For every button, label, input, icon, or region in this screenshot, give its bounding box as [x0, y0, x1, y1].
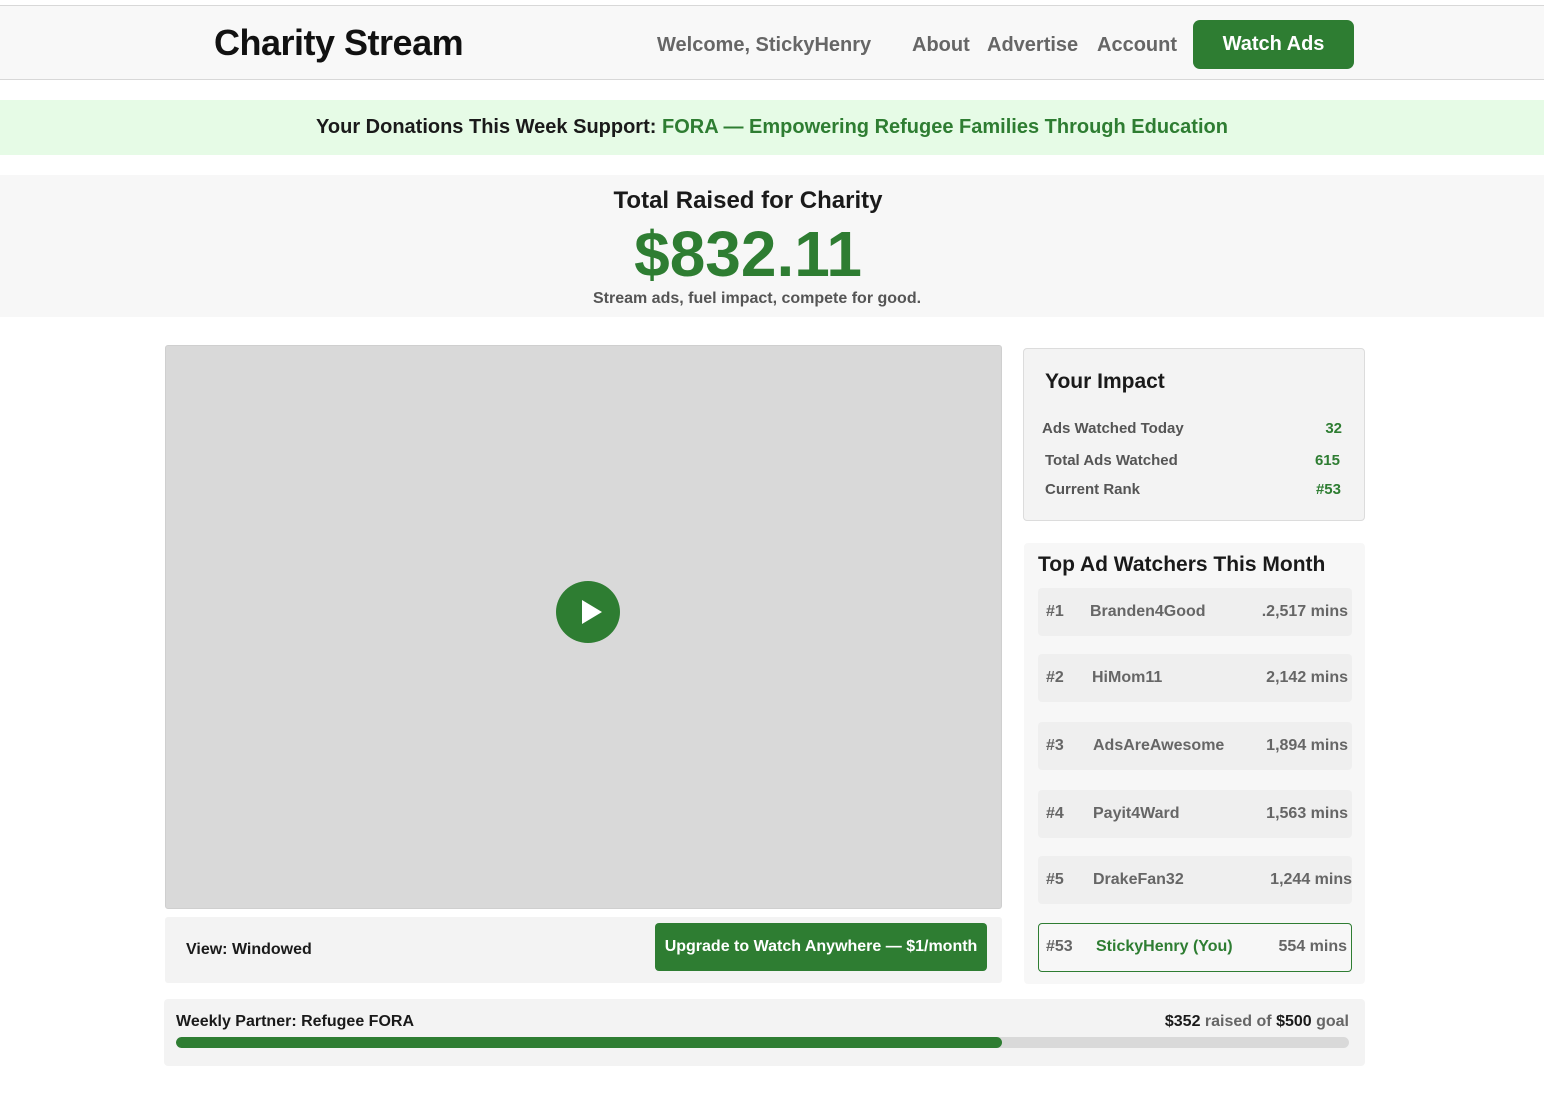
goal-raised-amount: $352	[1164, 1013, 1201, 1030]
leaderboard-row: #4 Payit4Ward 1,563 mins	[1038, 790, 1352, 838]
leaderboard-minutes: 554 mins	[1278, 938, 1347, 955]
leaderboard-title: Top Ad Watchers This Month	[1038, 553, 1326, 576]
impact-row-label: Ads Watched Today	[1042, 420, 1184, 437]
impact-panel: Your Impact Ads Watched Today 32 Total A…	[1023, 348, 1365, 521]
total-raised-section: Total Raised for Charity $832.11 Stream …	[0, 175, 1544, 317]
leaderboard-minutes: 2,142 mins	[1266, 669, 1348, 686]
welcome-message: Welcome, StickyHenry	[657, 34, 872, 56]
impact-row-value: 615	[1314, 452, 1340, 469]
video-player[interactable]	[165, 345, 1002, 909]
weekly-goal-panel: Weekly Partner: Refugee FORA $352 raised…	[164, 999, 1365, 1066]
leaderboard-rank: #5	[1046, 871, 1064, 888]
impact-row-value: #53	[1315, 481, 1341, 498]
top-navigation-bar: Charity Stream Welcome, StickyHenry Abou…	[0, 5, 1544, 80]
weekly-charity-banner: Your Donations This Week Support: FORA —…	[0, 100, 1544, 155]
leaderboard-rank: #4	[1046, 805, 1064, 822]
impact-row-label: Current Rank	[1045, 481, 1141, 498]
leaderboard-name: Branden4Good	[1090, 603, 1206, 620]
brand-logo-text[interactable]: Charity Stream	[214, 22, 464, 64]
leaderboard-minutes: .2,517 mins	[1261, 603, 1348, 620]
goal-progress-fill	[176, 1037, 1002, 1048]
goal-suffix-text: goal	[1316, 1013, 1349, 1030]
view-mode-label: View: Windowed	[186, 941, 312, 958]
leaderboard-name: DrakeFan32	[1093, 871, 1184, 888]
total-raised-title: Total Raised for Charity	[613, 187, 883, 214]
total-raised-tagline: Stream ads, fuel impact, compete for goo…	[592, 290, 922, 307]
upgrade-button[interactable]: Upgrade to Watch Anywhere — $1/month	[655, 923, 987, 971]
play-icon[interactable]	[556, 581, 620, 643]
leaderboard-row: #2 HiMom11 2,142 mins	[1038, 654, 1352, 702]
leaderboard-minutes: 1,563 mins	[1266, 805, 1348, 822]
banner-prefix: Your Donations This Week Support:	[316, 116, 657, 138]
watch-ads-button[interactable]: Watch Ads	[1193, 20, 1354, 69]
impact-title: Your Impact	[1045, 370, 1165, 393]
leaderboard-rank: #1	[1046, 603, 1064, 620]
nav-link-account[interactable]: Account	[1097, 34, 1177, 57]
total-raised-amount: $832.11	[634, 218, 862, 290]
weekly-partner-label: Weekly Partner: Refugee FORA	[176, 1013, 414, 1030]
leaderboard-minutes: 1,244 mins	[1270, 871, 1352, 888]
goal-raised-text: raised of	[1204, 1013, 1272, 1030]
leaderboard-name: StickyHenry (You)	[1096, 938, 1233, 955]
impact-row-value: 32	[1325, 420, 1342, 437]
leaderboard-row: #5 DrakeFan32 1,244 mins	[1038, 856, 1352, 904]
leaderboard-rank: #2	[1046, 669, 1064, 686]
leaderboard-name: AdsAreAwesome	[1093, 737, 1225, 754]
goal-progress-text: $352 raised of $500 goal	[1165, 1013, 1349, 1031]
leaderboard-name: HiMom11	[1092, 669, 1163, 686]
leaderboard-row: #3 AdsAreAwesome 1,894 mins	[1038, 722, 1352, 770]
nav-link-advertise[interactable]: Advertise	[987, 34, 1078, 57]
goal-target-amount: $500	[1276, 1013, 1312, 1030]
leaderboard-name: Payit4Ward	[1093, 805, 1180, 822]
banner-charity-name: FORA — Empowering Refugee Families Throu…	[661, 116, 1228, 138]
leaderboard-row: #1 Branden4Good .2,517 mins	[1038, 588, 1352, 636]
leaderboard-rank: #53	[1046, 938, 1073, 955]
nav-link-about[interactable]: About	[912, 34, 970, 57]
leaderboard-panel: Top Ad Watchers This Month #1 Branden4Go…	[1024, 543, 1365, 984]
goal-progress-bar	[176, 1037, 1349, 1048]
impact-row-label: Total Ads Watched	[1045, 452, 1178, 469]
leaderboard-row-current-user: #53 StickyHenry (You) 554 mins	[1038, 923, 1352, 972]
leaderboard-minutes: 1,894 mins	[1266, 737, 1348, 754]
player-controls-bar: View: Windowed Upgrade to Watch Anywhere…	[165, 917, 1002, 983]
leaderboard-rank: #3	[1046, 737, 1064, 754]
